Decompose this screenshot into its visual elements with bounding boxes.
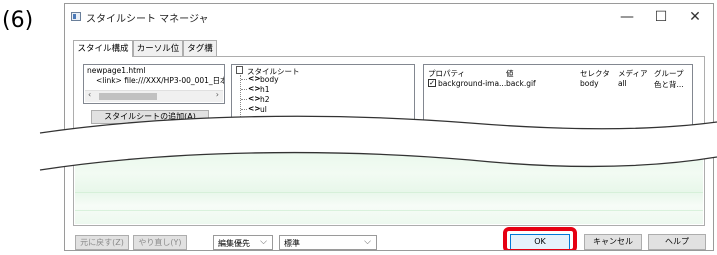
page-break-wave <box>39 115 717 171</box>
tab-style-structure[interactable]: スタイル構成 <box>73 40 133 57</box>
